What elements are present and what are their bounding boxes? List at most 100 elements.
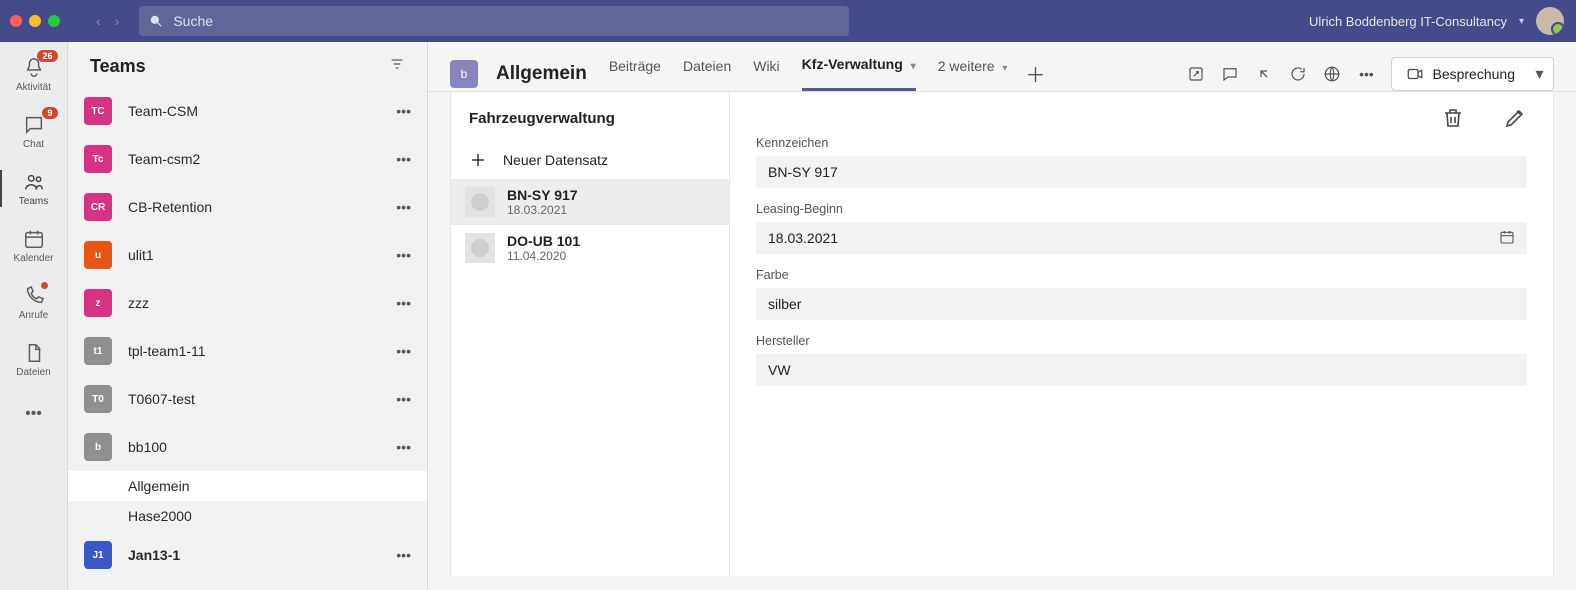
chevron-down-icon[interactable]: ▾ (1519, 16, 1524, 27)
team-label: bb100 (128, 439, 167, 455)
titlebar: ‹ › Ulrich Boddenberg IT-Consultancy ▾ (0, 0, 1576, 42)
meet-button[interactable]: Besprechung (1391, 57, 1530, 91)
nav-back-icon[interactable]: ‹ (96, 13, 101, 29)
team-more-icon[interactable]: ••• (396, 343, 411, 359)
calendar-icon[interactable] (1499, 229, 1515, 248)
field-label: Leasing-Beginn (756, 202, 1527, 216)
channel-title: Allgemein (496, 63, 587, 85)
tab-more-icon[interactable]: ••• (1357, 65, 1375, 83)
filter-icon[interactable] (389, 56, 405, 77)
team-avatar: Tc (84, 145, 112, 173)
team-row[interactable]: TC Team-CSM ••• (68, 87, 427, 135)
plus-icon (467, 149, 489, 171)
record-title: DO-UB 101 (507, 233, 580, 249)
activity-badge: 26 (37, 50, 57, 62)
team-more-icon[interactable]: ••• (396, 547, 411, 563)
teams-pane: Teams TC Team-CSM •••Tc Team-csm2 •••CR … (68, 42, 428, 590)
team-row[interactable]: u ulit1 ••• (68, 231, 427, 279)
rail-calendar[interactable]: Kalender (0, 221, 68, 270)
meet-button-chevron[interactable]: ▾ (1526, 57, 1554, 91)
field-value[interactable]: BN-SY 917 (756, 156, 1527, 188)
rail-activity[interactable]: 26 Aktivität (0, 50, 68, 99)
edit-icon[interactable] (1503, 106, 1527, 130)
team-row[interactable]: t1 tpl-team1-11 ••• (68, 327, 427, 375)
channel-row[interactable]: Allgemein (68, 471, 427, 501)
chat-badge: 9 (42, 107, 57, 119)
field-value[interactable]: VW (756, 354, 1527, 386)
rail-more[interactable]: ••• (0, 396, 68, 432)
channel-tab[interactable]: Kfz-Verwaltung ▾ (802, 56, 916, 91)
team-row[interactable]: J1 Jan13-1 ••• (68, 531, 427, 579)
team-more-icon[interactable]: ••• (396, 439, 411, 455)
search-input[interactable] (173, 13, 839, 29)
rail-label: Anrufe (19, 310, 48, 321)
channel-tab[interactable]: Beiträge (609, 58, 661, 90)
delete-icon[interactable] (1441, 106, 1465, 130)
tab-globe-icon[interactable] (1323, 65, 1341, 83)
channel-avatar: b (450, 60, 478, 88)
add-tab-icon[interactable]: ＋ (1025, 59, 1045, 88)
new-record-button[interactable]: Neuer Datensatz (451, 141, 729, 179)
record-detail: Kennzeichen BN-SY 917 Leasing-Beginn 18.… (730, 92, 1554, 576)
team-row[interactable]: Tc Team-csm2 ••• (68, 135, 427, 183)
org-name[interactable]: Ulrich Boddenberg IT-Consultancy (1309, 14, 1507, 29)
record-list: Fahrzeugverwaltung Neuer Datensatz BN-SY… (450, 92, 730, 576)
field-leasing: Leasing-Beginn 18.03.2021 (756, 202, 1527, 254)
window-close[interactable] (10, 15, 22, 27)
rail-files[interactable]: Dateien (0, 335, 68, 384)
team-more-icon[interactable]: ••• (396, 391, 411, 407)
tab-expand-icon[interactable] (1187, 65, 1205, 83)
team-row[interactable]: CR CB-Retention ••• (68, 183, 427, 231)
teams-heading: Teams (90, 56, 146, 77)
team-row[interactable]: b bb100 ••• (68, 423, 427, 471)
chevron-down-icon: ▾ (911, 61, 916, 72)
channel-header: b Allgemein Beiträge Dateien Wiki Kfz-Verwa… (428, 42, 1576, 91)
channel-tab[interactable]: Dateien (683, 58, 731, 90)
team-label: Jan13-1 (128, 547, 180, 563)
rail-teams[interactable]: Teams (0, 164, 68, 213)
channel-tab[interactable]: Wiki (753, 58, 779, 90)
nav-forward-icon[interactable]: › (115, 13, 120, 29)
team-row[interactable]: z zzz ••• (68, 279, 427, 327)
field-kennzeichen: Kennzeichen BN-SY 917 (756, 136, 1527, 188)
record-row[interactable]: DO-UB 101 11.04.2020 (451, 225, 729, 271)
tab-chat-icon[interactable] (1221, 65, 1239, 83)
team-label: tpl-team1-11 (128, 343, 206, 359)
record-subtitle: 18.03.2021 (507, 203, 578, 217)
field-label: Farbe (756, 268, 1527, 282)
team-more-icon[interactable]: ••• (396, 247, 411, 263)
window-controls (10, 15, 60, 27)
team-row[interactable]: T0 T0607-test ••• (68, 375, 427, 423)
window-maximize[interactable] (48, 15, 60, 27)
window-minimize[interactable] (29, 15, 41, 27)
channel-row[interactable]: Hase2000 (68, 501, 427, 531)
user-avatar[interactable] (1536, 7, 1564, 35)
team-avatar: J1 (84, 541, 112, 569)
field-label: Hersteller (756, 334, 1527, 348)
field-value[interactable]: silber (756, 288, 1527, 320)
team-avatar: T0 (84, 385, 112, 413)
team-avatar: u (84, 241, 112, 269)
field-value[interactable]: 18.03.2021 (756, 222, 1527, 254)
field-farbe: Farbe silber (756, 268, 1527, 320)
rail-calls[interactable]: Anrufe (0, 278, 68, 327)
rail-chat[interactable]: 9 Chat (0, 107, 68, 156)
channel-tab[interactable]: 2 weitere ▾ (938, 58, 1008, 90)
team-more-icon[interactable]: ••• (396, 151, 411, 167)
field-label: Kennzeichen (756, 136, 1527, 150)
calls-dot (41, 282, 48, 289)
team-label: zzz (128, 295, 149, 311)
record-row[interactable]: BN-SY 917 18.03.2021 (451, 179, 729, 225)
team-more-icon[interactable]: ••• (396, 295, 411, 311)
team-avatar: CR (84, 193, 112, 221)
team-avatar: z (84, 289, 112, 317)
tab-reload-icon[interactable] (1289, 65, 1307, 83)
meet-button-label: Besprechung (1432, 66, 1515, 82)
more-icon: ••• (22, 402, 46, 426)
team-label: Team-CSM (128, 103, 198, 119)
global-search[interactable] (139, 6, 849, 36)
tab-popout-icon[interactable] (1255, 65, 1273, 83)
chevron-down-icon: ▾ (1002, 63, 1007, 74)
team-more-icon[interactable]: ••• (396, 103, 411, 119)
team-more-icon[interactable]: ••• (396, 199, 411, 215)
